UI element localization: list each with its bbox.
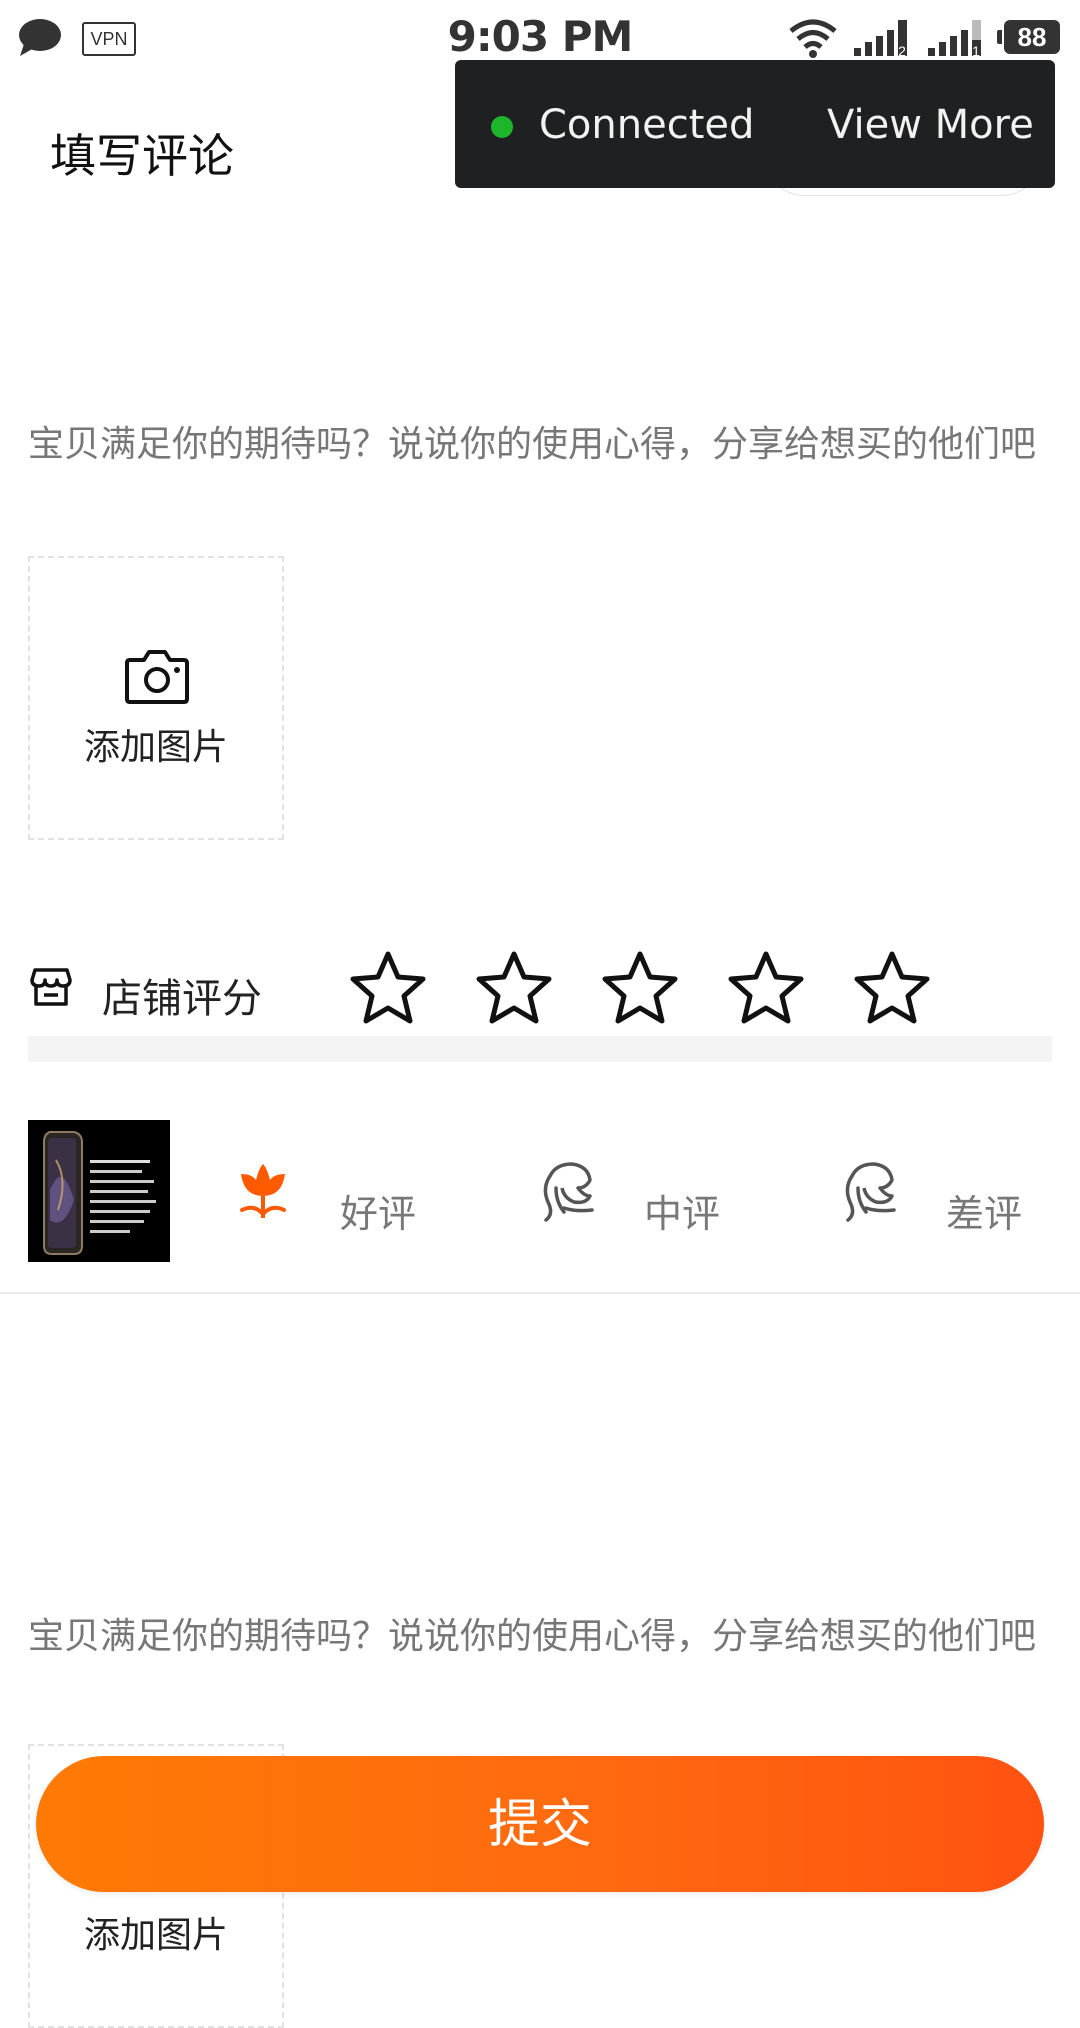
- rating-label-bad: 差评: [946, 1192, 1023, 1236]
- rating-label-neutral: 中评: [644, 1192, 721, 1236]
- battery-indicator: 88: [997, 20, 1060, 54]
- sim-number: 1: [972, 43, 980, 58]
- wilted-flower-icon: [845, 1162, 896, 1222]
- section-divider: [0, 1292, 1080, 1294]
- star-2[interactable]: [474, 948, 554, 1028]
- store-icon: [30, 968, 72, 1006]
- rating-label-good: 好评: [340, 1192, 417, 1236]
- star-3[interactable]: [600, 948, 680, 1028]
- wilted-flower-icon: [543, 1162, 594, 1222]
- view-more-link[interactable]: View More: [827, 102, 1034, 148]
- connection-toast: Connected View More: [455, 60, 1055, 188]
- star-4[interactable]: [726, 948, 806, 1028]
- add-photo-label: 添加图片: [83, 727, 228, 768]
- review-textarea[interactable]: 宝贝满足你的期待吗？说说你的使用心得，分享给想买的他们吧: [28, 1614, 1048, 1660]
- star-1[interactable]: [348, 948, 428, 1028]
- status-time: 9:03 PM: [447, 12, 634, 61]
- shop-rating-label: 店铺评分: [102, 976, 262, 1022]
- page-title: 填写评论: [50, 129, 234, 183]
- section-separator: [28, 1036, 1052, 1062]
- wifi-icon: [789, 19, 837, 58]
- product-thumbnail: [28, 1120, 170, 1262]
- sim-number: 2: [898, 43, 906, 58]
- star-5[interactable]: [852, 948, 932, 1028]
- add-photo-button[interactable]: 添加图片: [28, 556, 284, 840]
- submit-button[interactable]: 提交: [36, 1756, 1044, 1892]
- signal-icon-2: 1: [928, 20, 981, 58]
- review-textarea[interactable]: 宝贝满足你的期待吗？说说你的使用心得，分享给想买的他们吧: [28, 422, 1048, 468]
- flower-icon: [240, 1164, 286, 1218]
- add-photo-label: 添加图片: [83, 1915, 228, 1956]
- status-dot: [491, 116, 513, 138]
- product-image: [28, 1120, 170, 1262]
- signal-icon-1: 2: [854, 20, 907, 58]
- toast-status-text: Connected: [539, 102, 755, 148]
- camera-icon: [125, 650, 189, 704]
